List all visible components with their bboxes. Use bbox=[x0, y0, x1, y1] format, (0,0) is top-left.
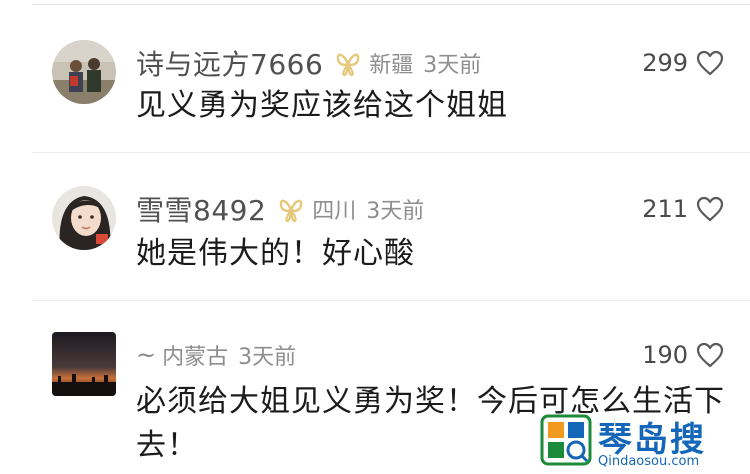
timestamp: 3天前 bbox=[238, 345, 297, 370]
like-button[interactable]: 299 bbox=[642, 45, 724, 81]
username[interactable]: 诗与远方7666 bbox=[136, 43, 323, 83]
butterfly-badge-icon bbox=[276, 194, 306, 224]
username[interactable]: ~ bbox=[136, 341, 156, 369]
location-label: 新疆 bbox=[369, 53, 414, 78]
butterfly-badge-icon bbox=[333, 48, 363, 78]
heart-outline-icon[interactable] bbox=[696, 342, 724, 368]
like-count: 190 bbox=[642, 341, 688, 369]
heart-outline-icon[interactable] bbox=[696, 50, 724, 76]
like-count: 299 bbox=[642, 49, 688, 77]
comment-meta: ~ 内蒙古 3天前 bbox=[136, 337, 296, 373]
avatar-photo bbox=[52, 186, 116, 250]
comment-meta: 诗与远方7666 新疆 3天前 bbox=[136, 45, 481, 81]
avatar[interactable] bbox=[52, 332, 116, 396]
watermark-url: Qindaosou.com bbox=[598, 454, 700, 469]
avatar[interactable] bbox=[52, 40, 116, 104]
location-label: 内蒙古 bbox=[162, 345, 229, 370]
watermark-logo-icon bbox=[540, 414, 592, 466]
location-label: 四川 bbox=[312, 199, 357, 224]
comment-divider bbox=[32, 152, 750, 153]
like-button[interactable]: 211 bbox=[642, 191, 724, 227]
username[interactable]: 雪雪8492 bbox=[136, 189, 266, 229]
site-watermark: 琴岛搜 Qindaosou.com bbox=[540, 412, 746, 472]
avatar[interactable] bbox=[52, 186, 116, 250]
timestamp: 3天前 bbox=[366, 199, 425, 224]
timestamp: 3天前 bbox=[423, 53, 482, 78]
avatar-photo bbox=[52, 332, 116, 396]
comment-text: 见义勇为奖应该给这个姐姐 bbox=[136, 88, 508, 123]
comment-meta: 雪雪8492 四川 3天前 bbox=[136, 191, 424, 227]
comment-text: 她是伟大的！好心酸 bbox=[136, 236, 415, 271]
top-divider bbox=[32, 4, 750, 5]
like-count: 211 bbox=[642, 195, 688, 223]
like-button[interactable]: 190 bbox=[642, 337, 724, 373]
avatar-photo bbox=[52, 40, 116, 104]
heart-outline-icon[interactable] bbox=[696, 196, 724, 222]
comment-divider bbox=[32, 300, 750, 301]
